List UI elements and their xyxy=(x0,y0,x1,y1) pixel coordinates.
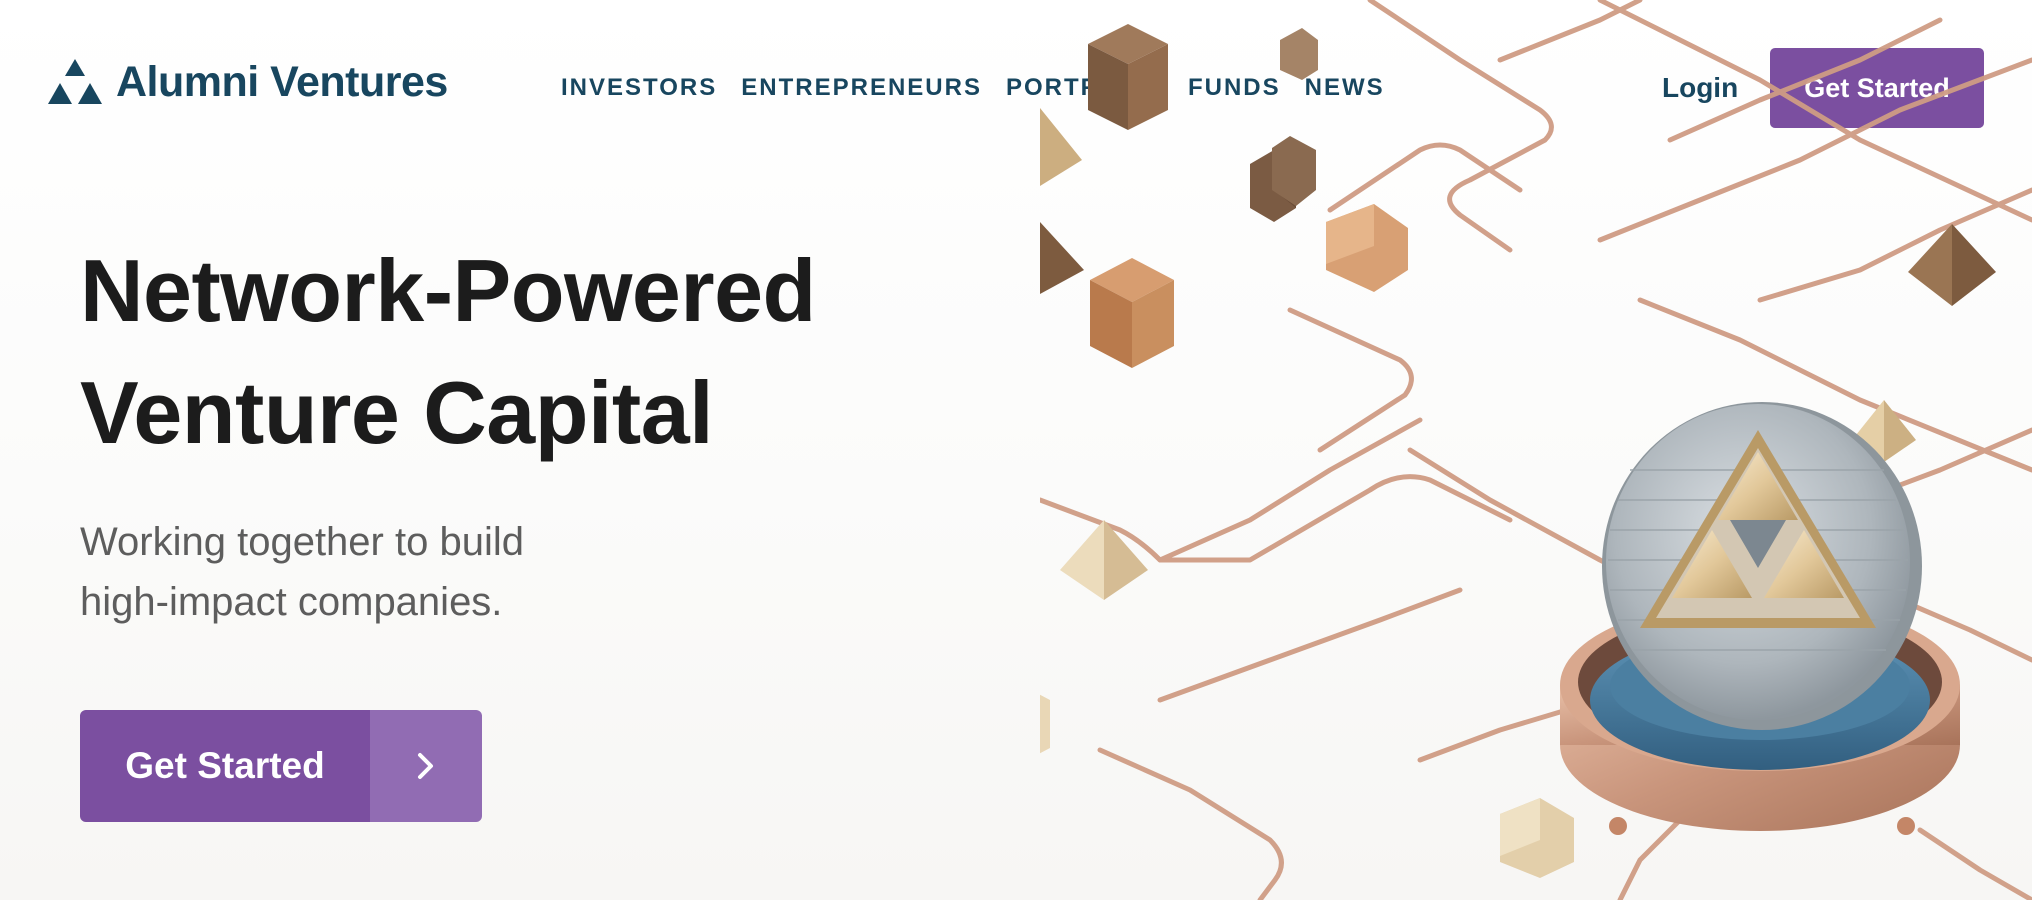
hero-cta-label: Get Started xyxy=(80,710,370,822)
nav-investors[interactable]: INVESTORS xyxy=(561,74,717,102)
hero-title-line-1: Network-Powered xyxy=(80,241,816,340)
hero-subtitle: Working together to build high-impact co… xyxy=(80,512,640,632)
triple-triangle-logo-icon xyxy=(48,58,102,104)
hero-subtitle-line-2: high-impact companies. xyxy=(80,580,503,624)
hero-title-line-2: Venture Capital xyxy=(80,363,714,462)
network-blocks-coin-illustration xyxy=(1040,0,2032,900)
hero-get-started-button[interactable]: Get Started xyxy=(80,710,482,822)
brand-name: Alumni Ventures xyxy=(116,58,448,106)
brand-logo[interactable]: Alumni Ventures xyxy=(48,58,448,107)
chevron-right-icon xyxy=(370,710,482,822)
nav-entrepreneurs[interactable]: ENTREPRENEURS xyxy=(741,74,982,102)
hero-subtitle-line-1: Working together to build xyxy=(80,520,524,564)
hero-title: Network-Powered Venture Capital xyxy=(80,230,980,474)
